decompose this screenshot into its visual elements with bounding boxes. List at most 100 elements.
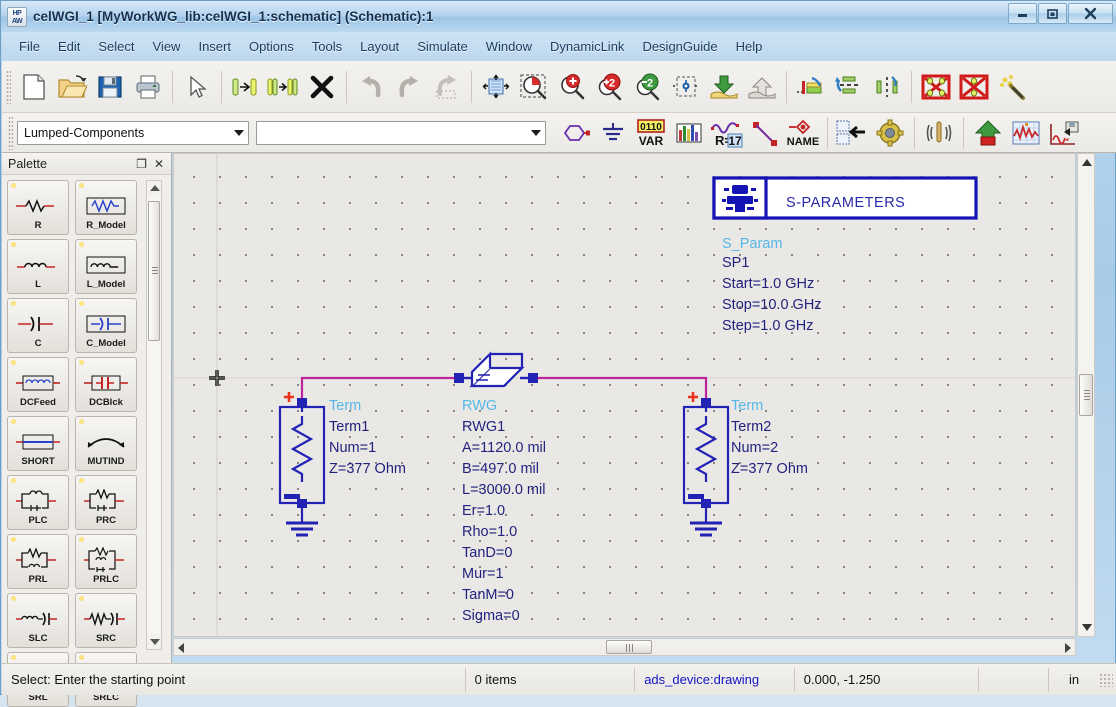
deactivate-icon[interactable]: [917, 66, 955, 108]
palette-item-src[interactable]: SRC: [75, 593, 137, 648]
wire-label-icon[interactable]: [792, 66, 830, 108]
menu-item-insert[interactable]: Insert: [189, 36, 240, 57]
toolbar-grip[interactable]: [6, 69, 11, 104]
zoom-in-2x-icon[interactable]: 2: [591, 66, 629, 108]
rwg-line-3: B=497.0 mil: [462, 461, 539, 477]
svg-text:2: 2: [647, 77, 653, 89]
push-into-hierarchy-icon[interactable]: [705, 66, 743, 108]
new-document-icon[interactable]: [15, 66, 53, 108]
insert-pin-icon[interactable]: [227, 66, 265, 108]
library-combo[interactable]: Lumped-Components: [17, 120, 249, 145]
zoom-in-icon[interactable]: [553, 66, 591, 108]
minimize-button[interactable]: [1008, 3, 1037, 24]
menu-item-window[interactable]: Window: [477, 36, 541, 57]
status-active-layer[interactable]: ads_device:drawing: [635, 667, 795, 692]
palette-item-r[interactable]: R: [7, 180, 69, 235]
palette-item-prlc[interactable]: PRLC: [75, 534, 137, 589]
undo-icon[interactable]: [352, 66, 390, 108]
palette-item-c-model[interactable]: C_Model: [75, 298, 137, 353]
zoom-fit-icon[interactable]: [477, 66, 515, 108]
zoom-out-2x-icon[interactable]: 2: [629, 66, 667, 108]
display-results-icon[interactable]: [1007, 112, 1045, 154]
tune-icon[interactable]: [993, 66, 1031, 108]
pop-out-hierarchy-icon[interactable]: [743, 66, 781, 108]
zoom-area-icon[interactable]: [515, 66, 553, 108]
copy-paste-icon[interactable]: [833, 112, 871, 154]
menu-item-edit[interactable]: Edit: [49, 36, 89, 57]
canvas-horizontal-scrollbar[interactable]: [173, 638, 1076, 656]
save-icon[interactable]: [91, 66, 129, 108]
palette-item-mutind[interactable]: MUTIND: [75, 416, 137, 471]
ground-icon[interactable]: [594, 112, 632, 154]
scroll-up-icon[interactable]: [1082, 159, 1092, 166]
schematic-canvas[interactable]: S-PARAMETERS S_Param SP1 Start=1.0 GHz S…: [173, 153, 1076, 637]
var-icon[interactable]: 0110 VAR: [632, 112, 670, 154]
dcfeed-icon: [14, 368, 62, 398]
palette-item-l-model[interactable]: L_Model: [75, 239, 137, 294]
menu-item-simulate[interactable]: Simulate: [408, 36, 477, 57]
src-icon: [82, 604, 130, 634]
data-items-icon[interactable]: [670, 112, 708, 154]
scroll-down-icon[interactable]: [150, 639, 160, 645]
delete-x-icon[interactable]: [303, 66, 341, 108]
menu-item-select[interactable]: Select: [89, 36, 143, 57]
select-arrow-icon[interactable]: [178, 66, 216, 108]
component-combo[interactable]: [256, 120, 546, 145]
open-folder-icon[interactable]: [53, 66, 91, 108]
redo-icon[interactable]: [390, 66, 428, 108]
menu-item-help[interactable]: Help: [727, 36, 772, 57]
menu-item-tools[interactable]: Tools: [303, 36, 351, 57]
close-icon[interactable]: ✕: [154, 157, 164, 171]
palette-item-plc[interactable]: PLC: [7, 475, 69, 530]
menu-item-dynamiclink[interactable]: DynamicLink: [541, 36, 633, 57]
snap-icon[interactable]: [667, 66, 705, 108]
close-button[interactable]: [1068, 3, 1113, 24]
scroll-left-icon[interactable]: [178, 643, 184, 653]
wire-icon[interactable]: [746, 112, 784, 154]
toolbar-separator: [827, 116, 828, 149]
palette-item-c[interactable]: C: [7, 298, 69, 353]
palette-item-l[interactable]: L: [7, 239, 69, 294]
resize-grip[interactable]: [1099, 672, 1113, 687]
palette-item-dcfeed[interactable]: DCFeed: [7, 357, 69, 412]
activate-icon[interactable]: [955, 66, 993, 108]
menu-item-designguide[interactable]: DesignGuide: [633, 36, 726, 57]
palette-item-prl[interactable]: PRL: [7, 534, 69, 589]
palette-item-r-model[interactable]: R_Model: [75, 180, 137, 235]
palette-item-slc[interactable]: SLC: [7, 593, 69, 648]
set-parameter-icon[interactable]: R= 17: [708, 112, 746, 154]
scroll-right-icon[interactable]: [1065, 643, 1071, 653]
rwg-line-7: TanD=0: [462, 545, 512, 561]
redraw-icon[interactable]: [428, 66, 466, 108]
palette-scrollbar[interactable]: [146, 180, 162, 650]
mirror-icon[interactable]: [868, 66, 906, 108]
menu-item-view[interactable]: View: [144, 36, 190, 57]
new-badge-icon: [79, 301, 84, 306]
tune-parameters-icon[interactable]: [920, 112, 958, 154]
print-icon[interactable]: [129, 66, 167, 108]
toolbar-grip[interactable]: [8, 115, 13, 150]
vertical-scroll-thumb[interactable]: [1079, 374, 1093, 416]
menu-item-options[interactable]: Options: [240, 36, 303, 57]
scroll-up-icon[interactable]: [150, 185, 160, 191]
palette-item-dcblck[interactable]: DCBlck: [75, 357, 137, 412]
menu-item-file[interactable]: File: [10, 36, 49, 57]
insert-multi-pin-icon[interactable]: [265, 66, 303, 108]
palette-scroll-thumb[interactable]: [148, 201, 160, 341]
horizontal-scroll-thumb[interactable]: [606, 640, 652, 654]
canvas-vertical-scrollbar[interactable]: [1077, 153, 1095, 637]
palette-item-prc[interactable]: PRC: [75, 475, 137, 530]
menu-item-layout[interactable]: Layout: [351, 36, 408, 57]
undock-icon[interactable]: ❐: [136, 157, 147, 171]
palette-item-short[interactable]: SHORT: [7, 416, 69, 471]
inductor-icon: [14, 250, 62, 280]
simulate-icon[interactable]: [969, 112, 1007, 154]
port-icon[interactable]: [556, 112, 594, 154]
maximize-button[interactable]: [1038, 3, 1067, 24]
rwg-parameter-text: RWG RWG1 A=1120.0 mil B=497.0 mil L=3000…: [462, 398, 546, 624]
wire-name-icon[interactable]: NAME: [784, 112, 822, 154]
align-icon[interactable]: [830, 66, 868, 108]
data-display-icon[interactable]: [1045, 112, 1083, 154]
simulation-settings-icon[interactable]: [871, 112, 909, 154]
scroll-down-icon[interactable]: [1082, 624, 1092, 631]
